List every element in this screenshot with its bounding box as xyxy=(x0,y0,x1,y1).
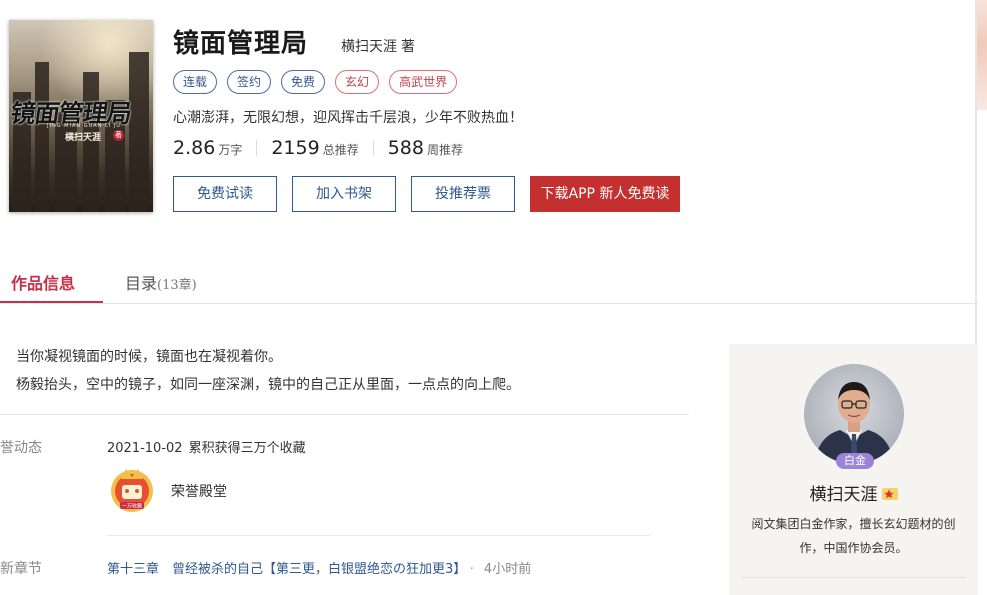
latest-chapter-link[interactable]: 第十三章 曾经被杀的自己【第三更，白银盟绝恋の狂加更3】 xyxy=(107,562,460,577)
section-divider xyxy=(107,535,650,536)
action-bar: 免费试读 加入书架 投推荐票 下载APP 新人免费读 xyxy=(173,176,680,212)
book-intro: 当你凝视镜面的时候，镜面也在凝视着你。 杨毅抬头，空中的镜子，如同一座深渊，镜中… xyxy=(16,343,520,399)
tag-free[interactable]: 免费 xyxy=(281,70,326,94)
download-app-button[interactable]: 下载APP 新人免费读 xyxy=(530,176,680,212)
book-title: 镜面管理局 xyxy=(173,29,309,59)
honor-date: 2021-10-02 xyxy=(107,441,183,456)
separator-dot: · xyxy=(469,562,474,577)
tag-list: 连载 签约 免费 玄幻 高武世界 xyxy=(173,70,458,94)
author-card-name-link[interactable]: 横扫天涯 xyxy=(810,485,878,505)
author-card-description: 阅文集团白金作家，擅长玄幻题材的创作，中国作协会员。 xyxy=(751,517,956,555)
author-level-badge: 白金 xyxy=(836,453,874,469)
tab-catalog-label: 目录 xyxy=(125,274,158,293)
stat-unit: 万字 xyxy=(218,143,243,157)
author-link[interactable]: 横扫天涯 xyxy=(341,39,397,55)
book-cover[interactable]: 镜面管理局 JING MIAN GUAN LI JU 横扫天涯 著 xyxy=(9,20,153,212)
author-card-divider xyxy=(741,577,966,578)
cover-pinyin: JING MIAN GUAN LI JU xyxy=(47,123,121,129)
tag-signed[interactable]: 签约 xyxy=(227,70,272,94)
latest-chapter-label: 最新章节 xyxy=(0,561,42,577)
cover-building xyxy=(35,62,49,212)
book-slogan: 心潮澎湃，无限幻想，迎风挥击千层浪，少年不败热血！ xyxy=(173,110,523,126)
latest-chapter: 第十三章 曾经被杀的自己【第三更，白银盟绝恋の狂加更3】 · 4小时前 xyxy=(107,558,531,577)
avatar-portrait xyxy=(814,382,894,464)
tag-subgenre[interactable]: 高武世界 xyxy=(389,70,458,94)
stat-total-recommend: 2159 总推荐 xyxy=(271,137,358,159)
stat-word-count: 2.86 万字 xyxy=(173,137,242,159)
book-stats: 2.86 万字 2159 总推荐 588 周推荐 xyxy=(173,137,463,159)
author-card: 白金 横扫天涯 阅文集团白金作家，擅长玄幻题材的创作，中国作协会员。 xyxy=(729,344,978,595)
stat-value: 588 xyxy=(387,137,424,159)
cover-building xyxy=(129,52,149,212)
cover-author: 横扫天涯 xyxy=(65,133,102,143)
tab-book-info[interactable]: 作品信息 xyxy=(0,270,103,303)
intro-line: 当你凝视镜面的时候，镜面也在凝视着你。 xyxy=(16,349,282,365)
honor-badge-icon[interactable]: 一万收藏 xyxy=(108,465,156,513)
tab-catalog-count: (13章) xyxy=(157,278,197,293)
cover-seal: 著 xyxy=(113,130,124,141)
tab-catalog[interactable]: 目录(13章) xyxy=(125,270,197,303)
author-role: 著 xyxy=(401,39,415,55)
author-line: 横扫天涯著 xyxy=(341,36,415,56)
stat-value: 2.86 xyxy=(173,137,216,159)
author-card-name: 横扫天涯 xyxy=(729,480,978,505)
intro-line: 杨毅抬头，空中的镜子，如同一座深渊，镜中的自己正从里面，一点点的向上爬。 xyxy=(16,377,520,393)
stat-weekly-recommend: 588 周推荐 xyxy=(388,137,463,159)
add-to-shelf-button[interactable]: 加入书架 xyxy=(292,176,396,212)
honor-event: 2021-10-02 累积获得三万个收藏 xyxy=(107,437,306,456)
section-divider xyxy=(0,414,689,415)
tag-genre[interactable]: 玄幻 xyxy=(335,70,380,94)
stat-divider xyxy=(372,140,374,156)
side-banner-edge xyxy=(977,0,987,110)
honor-badge-caption: 一万收藏 xyxy=(122,503,142,510)
honor-badge-label[interactable]: 荣誉殿堂 xyxy=(171,481,227,501)
latest-update-time: 4小时前 xyxy=(483,562,532,577)
honor-description: 累积获得三万个收藏 xyxy=(188,441,306,456)
tag-serial[interactable]: 连载 xyxy=(173,70,218,94)
stat-value: 2159 xyxy=(271,137,320,159)
stat-unit: 周推荐 xyxy=(426,143,463,157)
author-avatar[interactable] xyxy=(804,364,904,464)
stat-unit: 总推荐 xyxy=(322,143,359,157)
free-read-button[interactable]: 免费试读 xyxy=(173,176,277,212)
stat-divider xyxy=(256,140,258,156)
honor-label: 荣誉动态 xyxy=(0,440,42,456)
author-star-icon xyxy=(881,488,898,500)
vote-recommend-button[interactable]: 投推荐票 xyxy=(411,176,515,212)
tab-bar: 作品信息 目录(13章) xyxy=(0,264,978,304)
